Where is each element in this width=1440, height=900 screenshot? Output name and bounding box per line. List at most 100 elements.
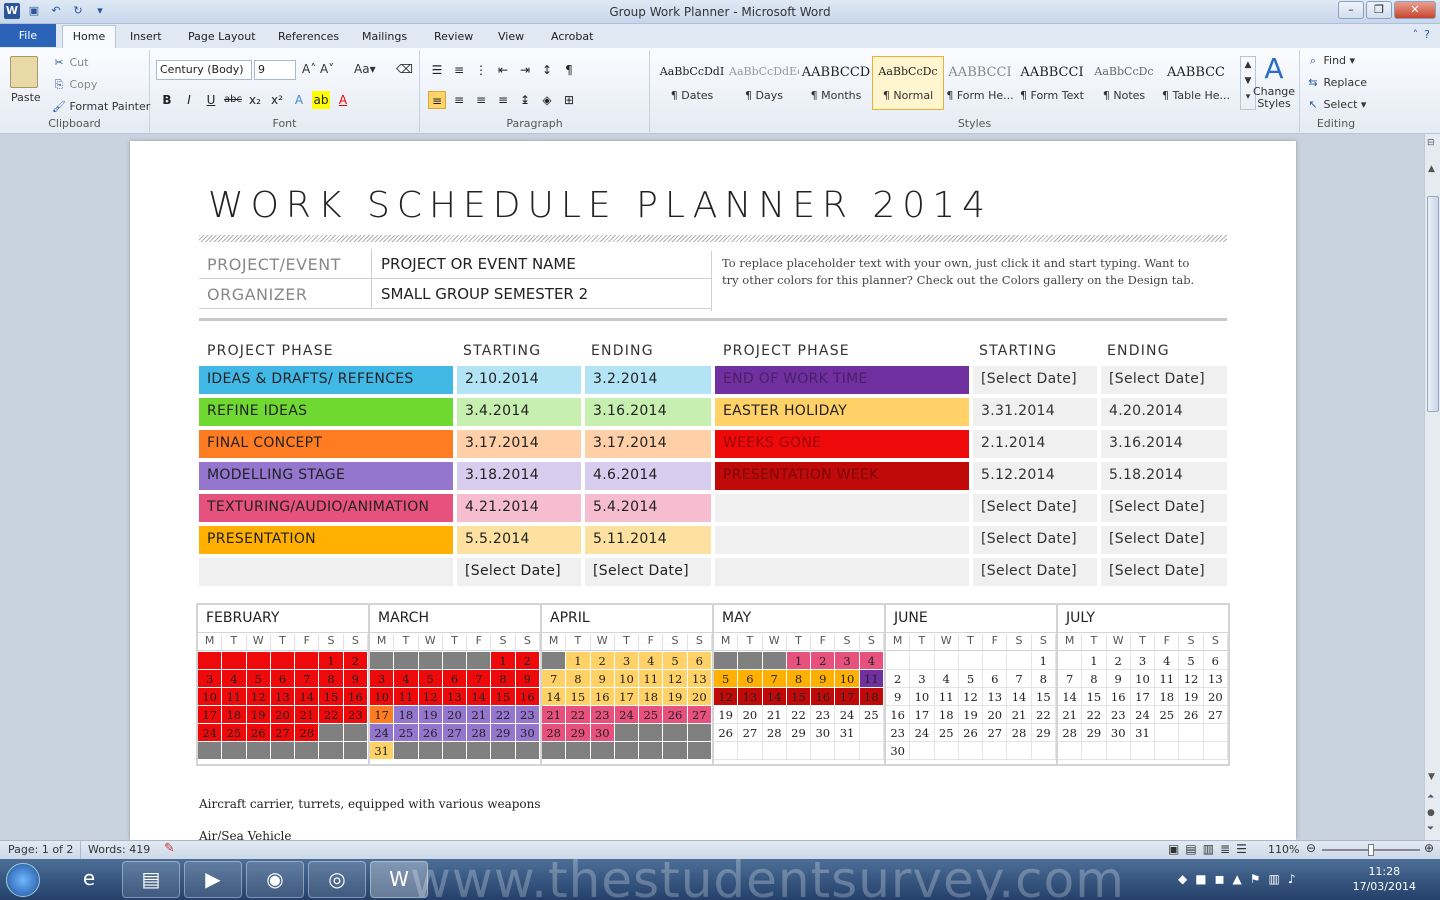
text-effects-button[interactable]: A: [290, 91, 308, 109]
scroll-up-icon[interactable]: ▲: [1428, 164, 1435, 174]
change-styles-button[interactable]: A Change Styles: [1250, 52, 1298, 110]
replace-button[interactable]: ⇆ Replace: [1306, 76, 1367, 90]
grow-font-button[interactable]: A˄ A˅: [302, 62, 334, 76]
minimize-button[interactable]: –: [1338, 1, 1364, 19]
style-months[interactable]: AABBCCD ¶ Months: [800, 56, 872, 110]
right-phase-start[interactable]: [Select Date]: [973, 494, 1097, 522]
font-color-button[interactable]: A: [334, 91, 352, 109]
project-value[interactable]: PROJECT OR EVENT NAME: [371, 249, 711, 279]
tab-references[interactable]: References: [278, 28, 339, 45]
help-icon[interactable]: ?: [1424, 28, 1430, 41]
bold-button[interactable]: B: [158, 91, 176, 109]
body-paragraph-2[interactable]: Air/Sea Vehicle: [199, 829, 291, 840]
left-phase-end[interactable]: 5.4.2014: [585, 494, 711, 522]
outline-icon[interactable]: ≣: [1220, 842, 1230, 856]
align-left-icon[interactable]: ≡: [428, 91, 446, 109]
right-phase-start[interactable]: [Select Date]: [973, 366, 1097, 394]
previous-page-icon[interactable]: ⏶: [1427, 792, 1434, 802]
right-phase-start[interactable]: 2.1.2014: [973, 430, 1097, 458]
web-layout-icon[interactable]: ▥: [1203, 842, 1214, 856]
vertical-scrollbar[interactable]: ⊟ ▲ ▼ ⏶ ● ⏷: [1424, 134, 1440, 840]
change-case-button[interactable]: Aa▾: [354, 62, 376, 76]
zoom-slider-thumb[interactable]: [1368, 844, 1374, 856]
left-phase-name[interactable]: PRESENTATION: [199, 526, 453, 554]
minimize-ribbon-icon[interactable]: ˄: [1413, 28, 1419, 41]
paste-icon[interactable]: [10, 56, 38, 88]
zoom-level[interactable]: 110%: [1268, 843, 1299, 856]
superscript-button[interactable]: x²: [268, 91, 286, 109]
style-notes[interactable]: AaBbCcDc ¶ Notes: [1088, 56, 1160, 110]
tray-icon-2[interactable]: ■: [1195, 872, 1206, 886]
tab-acrobat[interactable]: Acrobat: [551, 28, 593, 45]
subscript-button[interactable]: x₂: [246, 91, 264, 109]
align-right-icon[interactable]: ≡: [472, 91, 490, 109]
close-button[interactable]: ✕: [1394, 1, 1436, 19]
tab-mailings[interactable]: Mailings: [362, 28, 407, 45]
left-phase-start[interactable]: 4.21.2014: [457, 494, 581, 522]
style-form-text[interactable]: AABBCCI ¶ Form Text: [1016, 56, 1088, 110]
word-count[interactable]: Words: 419: [88, 843, 150, 856]
decrease-indent-icon[interactable]: ⇤: [494, 61, 512, 79]
full-screen-icon[interactable]: ▤: [1185, 842, 1196, 856]
left-phase-start[interactable]: 5.5.2014: [457, 526, 581, 554]
right-phase-name[interactable]: [715, 526, 969, 554]
blender-icon[interactable]: ◎: [308, 861, 366, 898]
format-painter-button[interactable]: 🖌 Format Painter: [52, 100, 150, 114]
borders-icon[interactable]: ⊞: [560, 91, 578, 109]
bullets-icon[interactable]: ☰: [428, 61, 446, 79]
draft-icon[interactable]: ☰: [1236, 842, 1247, 856]
left-phase-start[interactable]: [Select Date]: [457, 558, 581, 586]
align-center-icon[interactable]: ≡: [450, 91, 468, 109]
scroll-thumb[interactable]: [1427, 196, 1439, 412]
proofing-icon[interactable]: ✎: [164, 841, 175, 856]
left-phase-start[interactable]: 3.18.2014: [457, 462, 581, 490]
style-normal[interactable]: AaBbCcDc ¶ Normal: [872, 56, 944, 110]
left-phase-name[interactable]: FINAL CONCEPT: [199, 430, 453, 458]
shading-icon[interactable]: ◈: [538, 91, 556, 109]
left-phase-end[interactable]: 3.16.2014: [585, 398, 711, 426]
tray-icon-4[interactable]: ▲: [1233, 872, 1242, 886]
network-icon[interactable]: ▥: [1269, 872, 1280, 886]
font-name-select[interactable]: Century (Body): [156, 60, 252, 80]
right-phase-end[interactable]: [Select Date]: [1101, 558, 1227, 586]
italic-button[interactable]: I: [180, 91, 198, 109]
browse-object-icon[interactable]: ●: [1427, 808, 1435, 818]
right-phase-end[interactable]: [Select Date]: [1101, 494, 1227, 522]
left-phase-end[interactable]: 3.2.2014: [585, 366, 711, 394]
right-phase-start[interactable]: [Select Date]: [973, 526, 1097, 554]
zoom-out-icon[interactable]: ⊖: [1306, 841, 1316, 855]
maximize-button[interactable]: ❐: [1366, 1, 1392, 19]
left-phase-start[interactable]: 3.17.2014: [457, 430, 581, 458]
multilevel-list-icon[interactable]: ⋮: [472, 61, 490, 79]
cut-button[interactable]: ✂ Cut: [52, 56, 88, 70]
paste-button[interactable]: Paste: [11, 91, 41, 104]
show-marks-icon[interactable]: ¶: [560, 61, 578, 79]
right-phase-start[interactable]: 5.12.2014: [973, 462, 1097, 490]
right-phase-name[interactable]: PRESENTATION WEEK: [715, 462, 969, 490]
sort-icon[interactable]: ↕: [538, 61, 556, 79]
right-phase-name[interactable]: EASTER HOLIDAY: [715, 398, 969, 426]
underline-button[interactable]: U: [202, 91, 220, 109]
left-phase-start[interactable]: 2.10.2014: [457, 366, 581, 394]
right-phase-name[interactable]: END OF WORK TIME: [715, 366, 969, 394]
tab-view[interactable]: View: [498, 28, 524, 45]
tab-home[interactable]: Home: [62, 25, 116, 48]
justify-icon[interactable]: ≡: [494, 91, 512, 109]
next-page-icon[interactable]: ⏷: [1427, 824, 1434, 834]
left-phase-name[interactable]: MODELLING STAGE: [199, 462, 453, 490]
start-button[interactable]: [6, 863, 40, 897]
right-phase-end[interactable]: 4.20.2014: [1101, 398, 1227, 426]
left-phase-name[interactable]: TEXTURING/AUDIO/ANIMATION: [199, 494, 453, 522]
tray-icon-1[interactable]: ◆: [1178, 872, 1187, 886]
scroll-down-icon[interactable]: ▼: [1428, 772, 1435, 782]
right-phase-name[interactable]: WEEKS GONE: [715, 430, 969, 458]
word-taskbar-icon[interactable]: W: [370, 861, 428, 898]
style-table-heading[interactable]: AABBCC ¶ Table He...: [1160, 56, 1232, 110]
tab-file[interactable]: File: [0, 24, 56, 47]
right-phase-end[interactable]: [Select Date]: [1101, 526, 1227, 554]
document-page[interactable]: WORK SCHEDULE PLANNER 2014 PROJECT/EVENT…: [130, 141, 1296, 840]
tab-page-layout[interactable]: Page Layout: [188, 28, 256, 45]
numbering-icon[interactable]: ≡: [450, 61, 468, 79]
explorer-icon[interactable]: ▤: [122, 861, 180, 898]
right-phase-end[interactable]: 3.16.2014: [1101, 430, 1227, 458]
